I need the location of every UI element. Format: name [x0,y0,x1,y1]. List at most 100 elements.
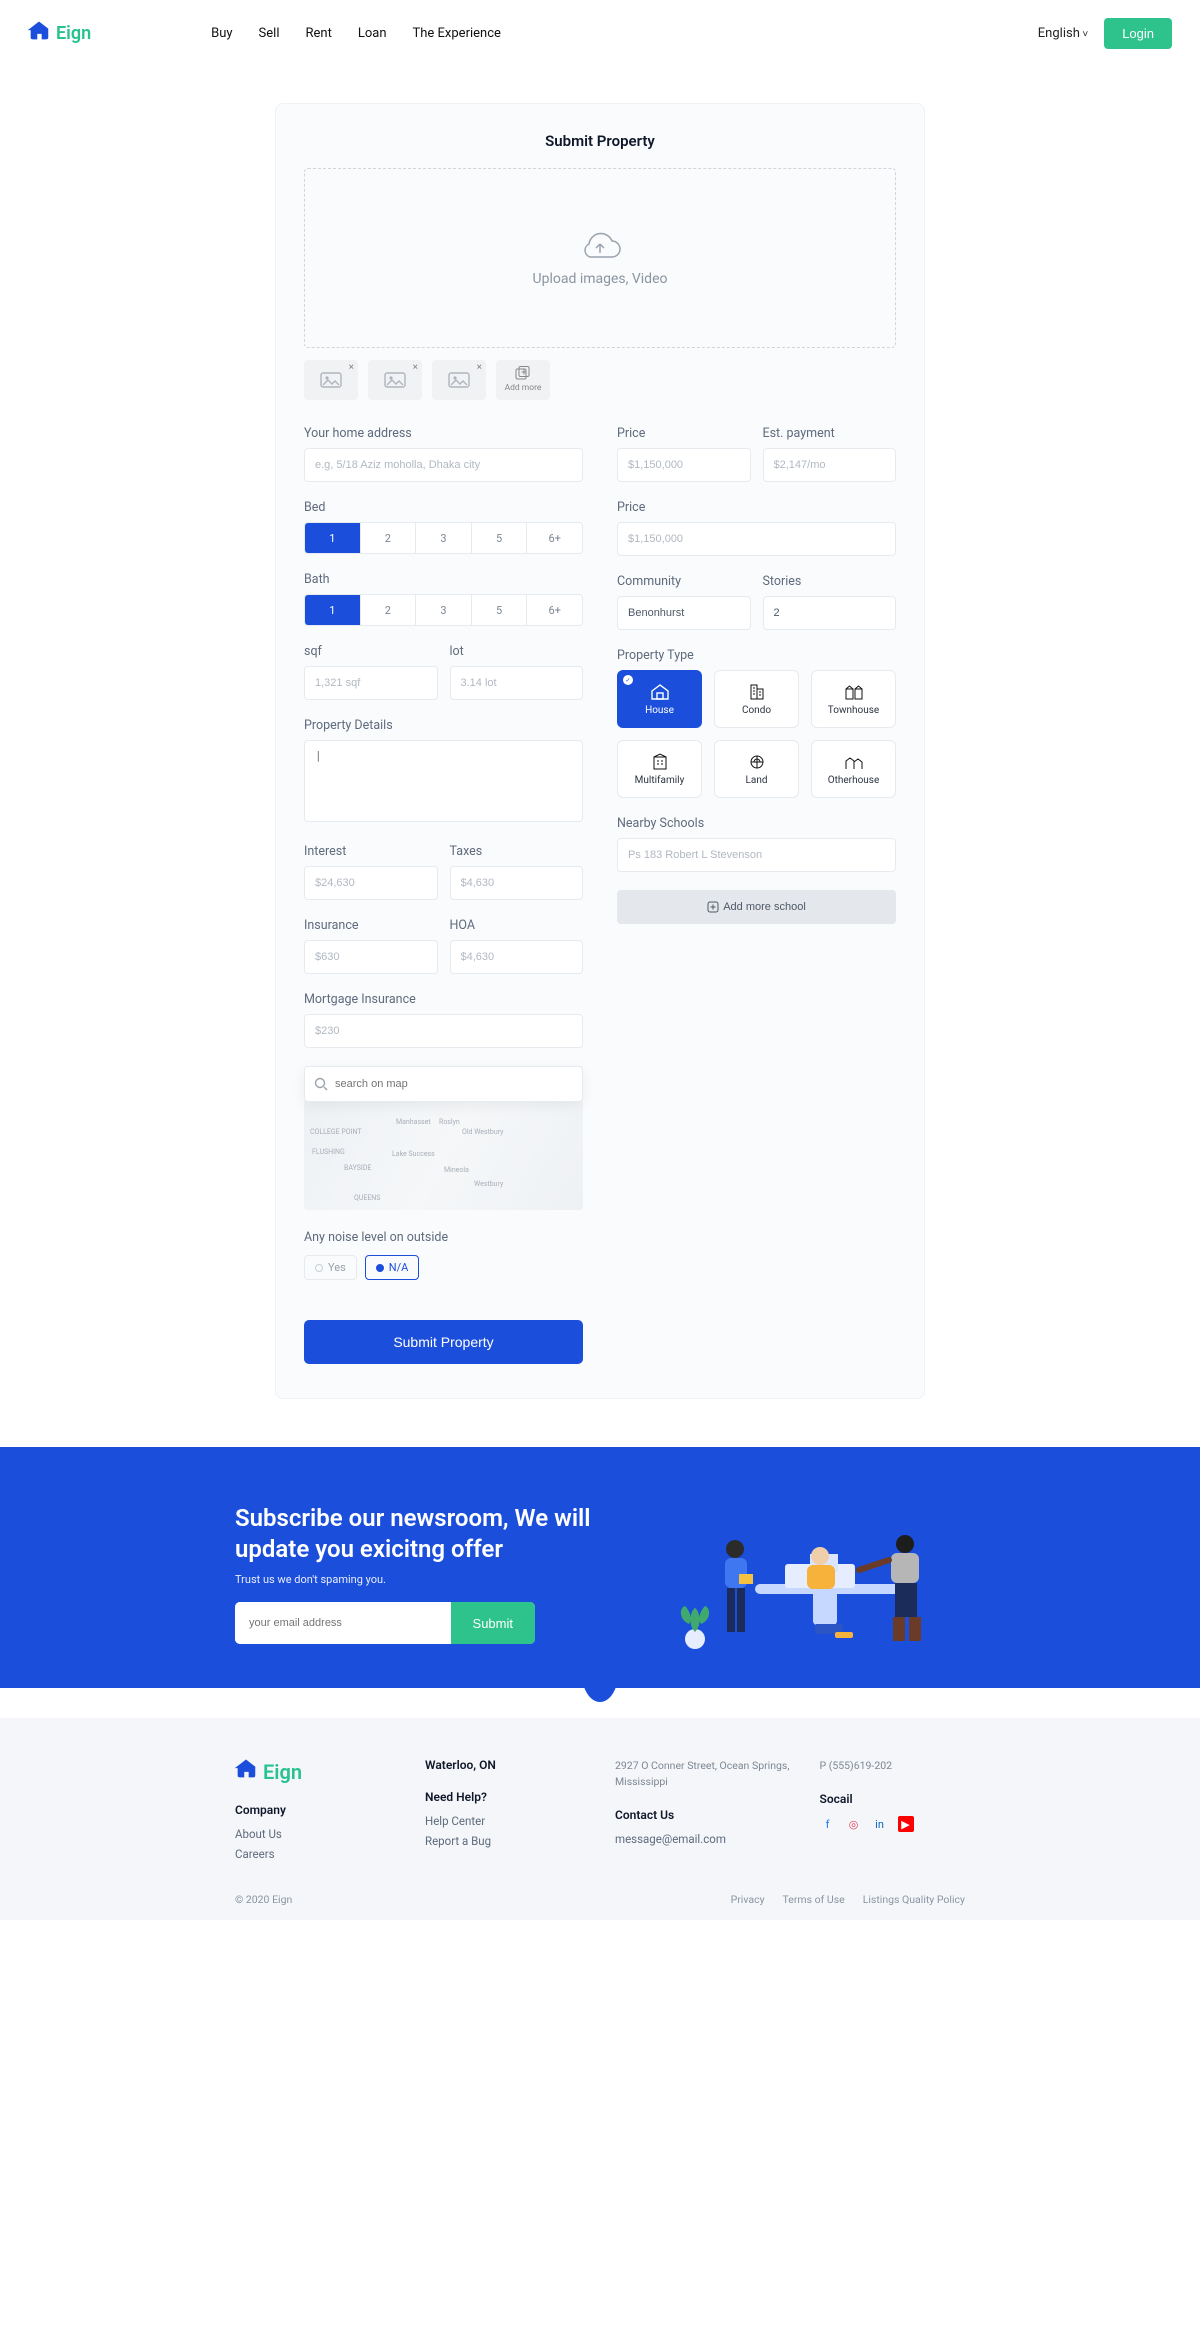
type-label-text: Land [746,775,768,786]
lot-input[interactable] [450,666,584,700]
schools-label: Nearby Schools [617,816,896,831]
hoa-input[interactable] [450,940,584,974]
bed-label: Bed [304,500,583,515]
nav-loan[interactable]: Loan [358,26,387,41]
footer-address: 2927 O Conner Street, Ocean Springs, Mis… [615,1758,790,1790]
bath-opt-6p[interactable]: 6+ [527,595,582,625]
nav-buy[interactable]: Buy [211,26,232,41]
bath-opt-3[interactable]: 3 [416,595,472,625]
add-thumb-button[interactable]: Add more [496,360,550,400]
noise-yes-label: Yes [328,1261,346,1274]
noise-yes[interactable]: Yes [304,1255,357,1280]
details-label: Property Details [304,718,583,733]
school-input[interactable] [617,838,896,872]
link-careers[interactable]: Careers [235,1847,395,1861]
logo[interactable]: Eign [28,20,91,47]
type-land[interactable]: Land [714,740,799,798]
link-terms[interactable]: Terms of Use [783,1893,845,1906]
subscribe-button[interactable]: Submit [451,1602,535,1644]
close-icon[interactable]: × [477,362,482,373]
add-icon [707,901,719,913]
house-icon [650,683,670,701]
bath-opt-5[interactable]: 5 [472,595,528,625]
community-input[interactable] [617,596,751,630]
insurance-input[interactable] [304,940,438,974]
submit-property-button[interactable]: Submit Property [304,1320,583,1364]
instagram-icon[interactable]: ◎ [846,1816,862,1832]
map-label: Lake Success [392,1150,435,1158]
type-townhouse[interactable]: Townhouse [811,670,896,728]
subscribe-email-input[interactable] [235,1602,451,1644]
add-school-button[interactable]: Add more school [617,890,896,924]
nav-sell[interactable]: Sell [259,26,280,41]
bed-opt-2[interactable]: 2 [361,523,417,553]
link-report-bug[interactable]: Report a Bug [425,1834,585,1848]
lot-label: lot [450,644,584,659]
type-house[interactable]: House [617,670,702,728]
link-privacy[interactable]: Privacy [731,1893,765,1906]
type-condo[interactable]: Condo [714,670,799,728]
close-icon[interactable]: × [349,362,354,373]
stories-input[interactable] [763,596,897,630]
bed-opt-5[interactable]: 5 [472,523,528,553]
close-icon[interactable]: × [413,362,418,373]
map-label: Old Westbury [462,1128,503,1136]
nav-experience[interactable]: The Experience [413,26,501,41]
details-textarea[interactable] [304,740,583,822]
login-button[interactable]: Login [1104,18,1172,49]
social-heading: Socail [820,1792,965,1806]
nav-rent[interactable]: Rent [305,26,331,41]
sqf-input[interactable] [304,666,438,700]
upload-text: Upload images, Video [533,271,668,287]
link-quality[interactable]: Listings Quality Policy [863,1893,965,1906]
copyright: © 2020 Eign [235,1893,292,1906]
bed-toggle[interactable]: 1 2 3 5 6+ [304,522,583,554]
price2-label: Price [617,500,896,515]
type-multifamily[interactable]: Multifamily [617,740,702,798]
linkedin-icon[interactable]: in [872,1816,888,1832]
bath-opt-1[interactable]: 1 [305,595,361,625]
map-label: COLLEGE POINT [310,1128,362,1136]
link-about[interactable]: About Us [235,1827,395,1841]
map-label: QUEENS [354,1194,380,1202]
search-icon [314,1077,328,1091]
mi-input[interactable] [304,1014,583,1048]
add-thumb-label: Add more [505,383,542,393]
bath-toggle[interactable]: 1 2 3 5 6+ [304,594,583,626]
add-school-label: Add more school [723,901,806,913]
price-input[interactable] [617,448,751,482]
building-icon [748,683,766,701]
est-input[interactable] [763,448,897,482]
address-input[interactable] [304,448,583,482]
thumb-1[interactable]: × [304,360,358,400]
footer-email[interactable]: message@email.com [615,1832,790,1846]
thumb-3[interactable]: × [432,360,486,400]
type-label: Property Type [617,648,896,663]
land-icon [748,753,766,771]
map-search-input[interactable] [304,1066,583,1102]
type-other[interactable]: Otherhouse [811,740,896,798]
facebook-icon[interactable]: f [820,1816,836,1832]
bed-opt-3[interactable]: 3 [416,523,472,553]
bed-opt-1[interactable]: 1 [305,523,361,553]
footer-location: Waterloo, ON [425,1758,585,1772]
footer-logo[interactable]: Eign [235,1758,395,1785]
contact-heading: Contact Us [615,1808,790,1822]
map-label: Manhasset [396,1118,431,1126]
noise-na[interactable]: N/A [365,1255,420,1280]
link-help-center[interactable]: Help Center [425,1814,585,1828]
youtube-icon[interactable]: ▶ [898,1816,914,1832]
bed-opt-6p[interactable]: 6+ [527,523,582,553]
logo-text: Eign [56,23,91,44]
taxes-input[interactable] [450,866,584,900]
price2-input[interactable] [617,522,896,556]
mi-label: Mortgage Insurance [304,992,583,1007]
media-upload[interactable]: Upload images, Video [304,168,896,348]
thumb-2[interactable]: × [368,360,422,400]
map-preview[interactable]: COLLEGE POINT FLUSHING BAYSIDE Manhasset… [304,1100,583,1210]
company-heading: Company [235,1803,395,1817]
interest-input[interactable] [304,866,438,900]
other-icon [844,753,864,771]
bath-opt-2[interactable]: 2 [361,595,417,625]
language-select[interactable]: English [1038,26,1088,41]
